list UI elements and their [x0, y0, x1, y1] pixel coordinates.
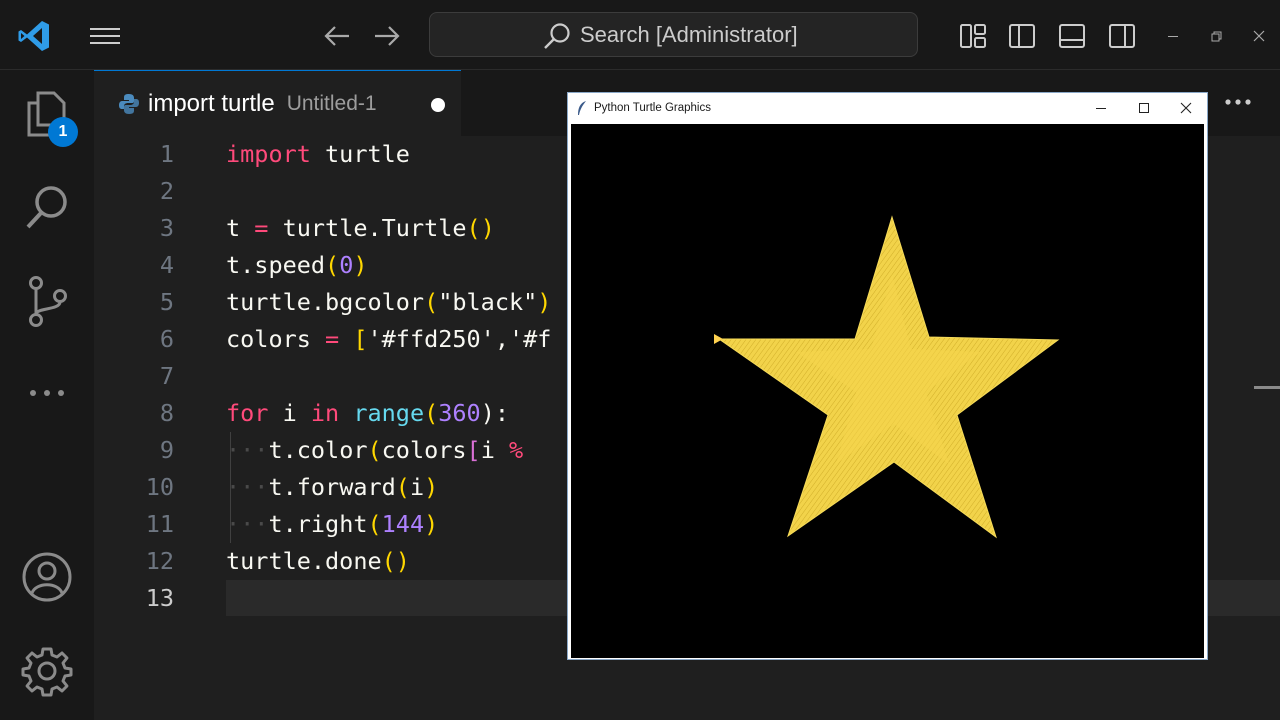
- close-icon[interactable]: [1246, 24, 1272, 48]
- whitespace-dots: ···: [226, 473, 269, 501]
- line-number-active: 13: [145, 584, 174, 612]
- toggle-secondary-sidebar-icon[interactable]: [1104, 20, 1140, 52]
- line-number: 1: [159, 140, 174, 168]
- turtle-window-title: Python Turtle Graphics: [594, 102, 711, 114]
- token: i: [409, 473, 425, 501]
- search-box[interactable]: Search [Administrator]: [429, 12, 918, 57]
- more-actions-icon[interactable]: [1222, 92, 1254, 112]
- whitespace-dots: ···: [226, 436, 269, 464]
- search-sidebar-icon[interactable]: [22, 182, 72, 234]
- search-label: Search [Administrator]: [580, 21, 798, 47]
- tab-subtitle: Untitled-1: [286, 91, 377, 115]
- token: t.right: [268, 510, 368, 538]
- activity-bar: [0, 70, 94, 720]
- minimap-slider[interactable]: [1254, 386, 1280, 389]
- vscode-logo-icon: [16, 18, 52, 54]
- forward-arrow-icon[interactable]: [370, 20, 404, 52]
- token: [: [353, 325, 368, 353]
- line-number: 12: [145, 547, 174, 575]
- turtle-window-titlebar[interactable]: Python Turtle Graphics: [568, 93, 1207, 123]
- token: (: [367, 436, 382, 464]
- tab-title: import turtle: [148, 89, 275, 117]
- token: (): [381, 547, 410, 575]
- token: colors: [381, 436, 467, 464]
- token: i: [480, 436, 509, 464]
- token: t.color: [268, 436, 368, 464]
- token: 0: [339, 251, 354, 279]
- title-bar: Search [Administrator]: [0, 0, 1280, 70]
- explorer-badge: 1: [48, 117, 78, 147]
- python-file-icon: [118, 93, 140, 115]
- turtle-minimize-icon[interactable]: [1079, 93, 1122, 123]
- line-number: 3: [159, 214, 174, 242]
- line-number: 2: [159, 177, 174, 205]
- line-number: 8: [159, 399, 174, 427]
- menu-icon[interactable]: [86, 22, 124, 50]
- token: (: [424, 399, 439, 427]
- line-number: 4: [159, 251, 174, 279]
- token: (: [395, 473, 410, 501]
- token: ):: [480, 399, 510, 427]
- unsaved-dot-icon[interactable]: [431, 98, 445, 112]
- accounts-icon[interactable]: [20, 550, 74, 604]
- token: turtle.bgcolor: [226, 288, 425, 316]
- token: for: [226, 399, 269, 427]
- token: =: [240, 214, 283, 242]
- customize-layout-icon[interactable]: [955, 20, 991, 52]
- toggle-panel-icon[interactable]: [1054, 20, 1090, 52]
- feather-icon: [576, 100, 588, 116]
- turtle-canvas: [571, 124, 1204, 658]
- token: range: [353, 399, 425, 427]
- token: %: [509, 436, 524, 464]
- toggle-primary-sidebar-icon[interactable]: [1004, 20, 1040, 52]
- token: turtle.Turtle: [282, 214, 467, 242]
- back-arrow-icon[interactable]: [320, 20, 354, 52]
- token: i: [268, 399, 311, 427]
- token: turtle.done: [226, 547, 382, 575]
- token: (): [466, 214, 495, 242]
- token: 360: [438, 399, 481, 427]
- line-number: 11: [145, 510, 174, 538]
- token: =: [310, 325, 354, 353]
- tab-untitled-1[interactable]: import turtle Untitled-1: [94, 70, 461, 136]
- token: [: [466, 436, 481, 464]
- settings-gear-icon[interactable]: [20, 644, 74, 698]
- token: colors: [226, 325, 311, 353]
- token: t: [226, 214, 241, 242]
- token: ): [353, 251, 368, 279]
- star-drawing: [714, 215, 1060, 539]
- token: "black": [438, 288, 538, 316]
- source-control-icon[interactable]: [22, 274, 72, 330]
- minimize-icon[interactable]: [1160, 24, 1186, 48]
- token: import: [226, 140, 311, 168]
- token: (: [424, 288, 439, 316]
- restore-icon[interactable]: [1203, 24, 1229, 48]
- token: 144: [381, 510, 425, 538]
- turtle-cursor-icon: [714, 334, 723, 344]
- search-icon: [544, 23, 570, 49]
- line-number: 9: [159, 436, 174, 464]
- more-views-icon[interactable]: [22, 375, 72, 411]
- token: (: [325, 251, 340, 279]
- token: t.speed: [226, 251, 326, 279]
- token: ): [537, 288, 552, 316]
- token: (: [367, 510, 382, 538]
- line-number: 6: [159, 325, 174, 353]
- whitespace-dots: ···: [226, 510, 269, 538]
- token: ): [424, 473, 439, 501]
- line-number: 10: [145, 473, 174, 501]
- turtle-graphics-window[interactable]: Python Turtle Graphics: [567, 92, 1208, 660]
- token: t.forward: [268, 473, 396, 501]
- token: in: [310, 399, 340, 427]
- token: '#ffd250','#f: [367, 325, 552, 353]
- token: turtle: [310, 140, 410, 168]
- token: ): [424, 510, 439, 538]
- line-number: 7: [159, 362, 174, 390]
- turtle-close-icon[interactable]: [1164, 93, 1207, 123]
- turtle-maximize-icon[interactable]: [1122, 93, 1165, 123]
- line-number: 5: [159, 288, 174, 316]
